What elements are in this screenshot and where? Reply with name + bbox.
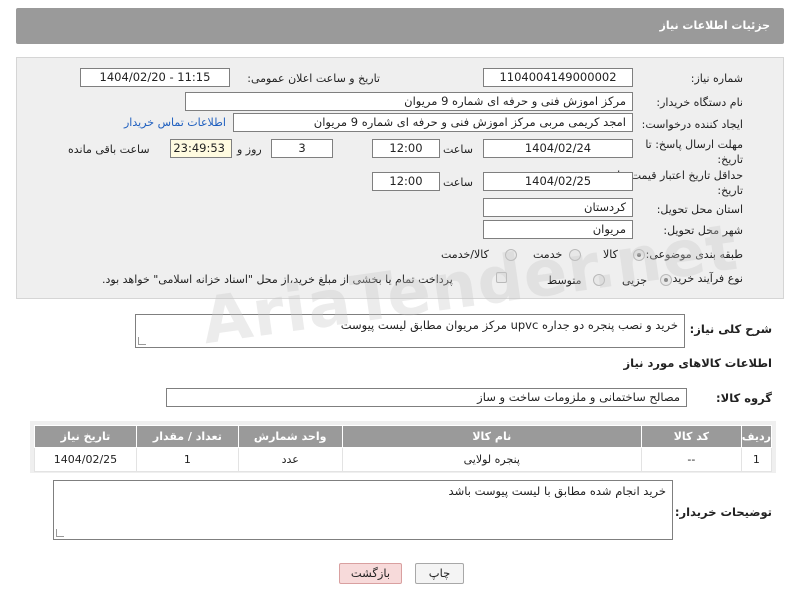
goods-group-field: مصالح ساختمانی و ملزومات ساخت و ساز <box>166 388 687 407</box>
col-header-unit: واحد شمارش <box>237 425 343 448</box>
col-header-code: کد کالا <box>640 425 742 448</box>
process-radio-medium[interactable] <box>593 274 605 286</box>
process-option-medium: متوسط <box>547 274 582 287</box>
province-label: استان محل تحویل: <box>656 203 743 216</box>
category-option-service: خدمت <box>533 248 563 261</box>
category-radio-goods[interactable] <box>633 249 645 261</box>
description-text: خرید و نصب پنجره دو جداره upvc مرکز مریو… <box>340 318 678 332</box>
print-button[interactable]: چاپ <box>415 563 464 584</box>
category-radio-both[interactable] <box>505 249 517 261</box>
requester-label: ایجاد کننده درخواست: <box>641 118 743 131</box>
announce-label: تاریخ و ساعت اعلان عمومی: <box>247 72 380 85</box>
validity-date-field: 1404/02/25 <box>483 172 633 191</box>
contact-info-link[interactable]: اطلاعات تماس خریدار <box>124 116 226 129</box>
treasury-payment-checkbox[interactable] <box>496 272 507 283</box>
payment-note: پرداخت تمام یا بخشی از مبلغ خرید،از محل … <box>102 273 453 286</box>
category-radio-service[interactable] <box>569 249 581 261</box>
reply-time-field: 12:00 <box>372 139 440 158</box>
city-field: مریوان <box>483 220 633 239</box>
days-label: روز و <box>237 143 262 156</box>
resize-handle-icon[interactable] <box>138 337 146 345</box>
cell-code: -- <box>640 447 742 472</box>
announce-field: 1404/02/20 - 11:15 <box>80 68 230 87</box>
reply-date-field: 1404/02/24 <box>483 139 633 158</box>
cell-name: پنجره لولایی <box>341 447 642 472</box>
cell-unit: عدد <box>237 447 343 472</box>
table-header-row: ردیف کد کالا نام کالا واحد شمارش تعداد /… <box>34 425 773 448</box>
goods-group-label: گروه کالا: <box>716 391 772 405</box>
col-header-date: تاریخ نیاز <box>34 425 137 448</box>
col-header-name: نام کالا <box>341 425 642 448</box>
process-label: نوع فرآیند خرید : <box>665 272 743 285</box>
buyer-org-label: نام دستگاه خریدار: <box>656 96 743 109</box>
need-number-label: شماره نیاز: <box>690 72 743 85</box>
remaining-time-field: 23:49:53 <box>170 139 232 158</box>
process-radio-minor[interactable] <box>660 274 672 286</box>
process-option-minor: جزیی <box>622 274 648 287</box>
need-number-field: 1104004149000002 <box>483 68 633 87</box>
reply-deadline-label: مهلت ارسال پاسخ: تا تاریخ: <box>645 138 743 166</box>
col-header-quantity: تعداد / مقدار <box>135 425 239 448</box>
table-row[interactable]: 1 -- پنجره لولایی عدد 1 1404/02/25 <box>34 447 773 472</box>
buyer-org-field: مرکز اموزش فنی و حرفه ای شماره 9 مریوان <box>185 92 633 111</box>
description-label: شرح کلی نیاز: <box>689 322 772 336</box>
days-field: 3 <box>271 139 333 158</box>
reply-time-label: ساعت <box>443 143 473 156</box>
resize-handle-icon[interactable] <box>56 529 64 537</box>
remaining-label: ساعت باقی مانده <box>68 143 150 156</box>
category-option-goods: کالا <box>603 248 618 261</box>
cell-row-number: 1 <box>740 447 773 472</box>
back-button[interactable]: بازگشت <box>339 563 402 584</box>
cell-date: 1404/02/25 <box>34 447 137 472</box>
province-field: کردستان <box>483 198 633 217</box>
validity-time-field: 12:00 <box>372 172 440 191</box>
page-title: جزئیات اطلاعات نیاز <box>659 19 771 32</box>
buyer-notes-text: خرید انجام شده مطابق با لیست پیوست باشد <box>448 484 666 498</box>
category-label: طبقه بندی موضوعی: <box>645 248 743 261</box>
page-header: جزئیات اطلاعات نیاز <box>16 8 784 44</box>
cell-quantity: 1 <box>135 447 239 472</box>
requester-field: امجد کریمی مربی مرکز اموزش فنی و حرفه ای… <box>233 113 633 132</box>
city-label: شهر محل تحویل: <box>663 224 743 237</box>
description-textarea: خرید و نصب پنجره دو جداره upvc مرکز مریو… <box>135 314 685 348</box>
buyer-notes-label: توضیحات خریدار: <box>674 505 772 519</box>
category-option-both: کالا/خدمت <box>441 248 489 261</box>
validity-time-label: ساعت <box>443 176 473 189</box>
items-table: ردیف کد کالا نام کالا واحد شمارش تعداد /… <box>34 425 773 472</box>
buyer-notes-textarea: خرید انجام شده مطابق با لیست پیوست باشد <box>53 480 673 540</box>
col-header-row-number: ردیف <box>740 425 773 448</box>
goods-info-title: اطلاعات کالاهای مورد نیاز <box>623 356 772 370</box>
